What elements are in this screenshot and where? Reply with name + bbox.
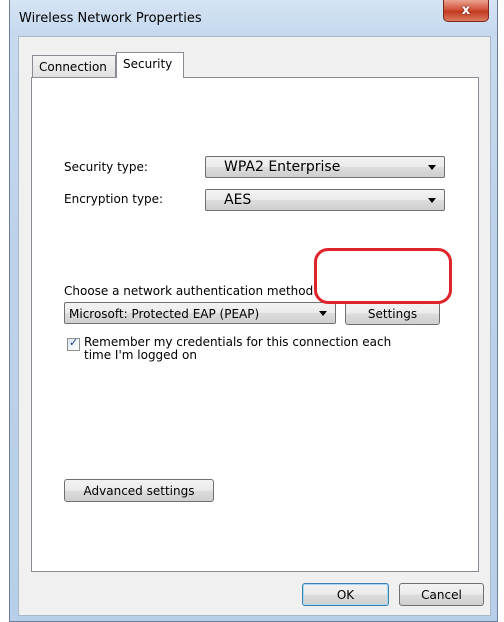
ok-button[interactable]: OK bbox=[302, 583, 389, 606]
auth-method-select[interactable]: Microsoft: Protected EAP (PEAP) bbox=[64, 302, 336, 324]
tab-connection-label: Connection bbox=[39, 60, 107, 74]
advanced-settings-button[interactable]: Advanced settings bbox=[64, 479, 214, 502]
cancel-button[interactable]: Cancel bbox=[399, 583, 484, 606]
tab-security-label: Security bbox=[123, 57, 173, 71]
tab-security[interactable]: Security bbox=[116, 52, 184, 78]
encryption-type-label: Encryption type: bbox=[64, 192, 164, 206]
window-title: Wireless Network Properties bbox=[19, 11, 202, 26]
tab-connection[interactable]: Connection bbox=[32, 55, 116, 77]
encryption-type-value: AES bbox=[224, 192, 252, 208]
auth-method-label: Choose a network authentication method: bbox=[64, 284, 318, 298]
remember-credentials-label[interactable]: Remember my credentials for this connect… bbox=[84, 336, 391, 362]
chevron-down-icon bbox=[428, 198, 436, 203]
auth-method-value: Microsoft: Protected EAP (PEAP) bbox=[69, 307, 260, 321]
chevron-down-icon bbox=[428, 165, 436, 170]
security-panel: Security type: WPA2 Enterprise Encryptio… bbox=[31, 77, 479, 572]
settings-button[interactable]: Settings bbox=[345, 302, 440, 325]
checkmark-icon: ✓ bbox=[69, 336, 79, 349]
chevron-down-icon bbox=[319, 311, 327, 316]
dialog-window: Wireless Network Properties x Connection… bbox=[9, 0, 498, 622]
security-type-select[interactable]: WPA2 Enterprise bbox=[205, 156, 445, 178]
dialog-client: Connection Security Security type: WPA2 … bbox=[18, 36, 491, 616]
encryption-type-select[interactable]: AES bbox=[205, 189, 445, 211]
close-button[interactable]: x bbox=[443, 0, 489, 22]
close-icon: x bbox=[461, 3, 471, 18]
title-bar[interactable]: Wireless Network Properties x bbox=[10, 0, 497, 36]
remember-credentials-checkbox[interactable]: ✓ bbox=[67, 336, 80, 351]
security-type-label: Security type: bbox=[64, 160, 148, 174]
security-type-value: WPA2 Enterprise bbox=[224, 159, 341, 175]
